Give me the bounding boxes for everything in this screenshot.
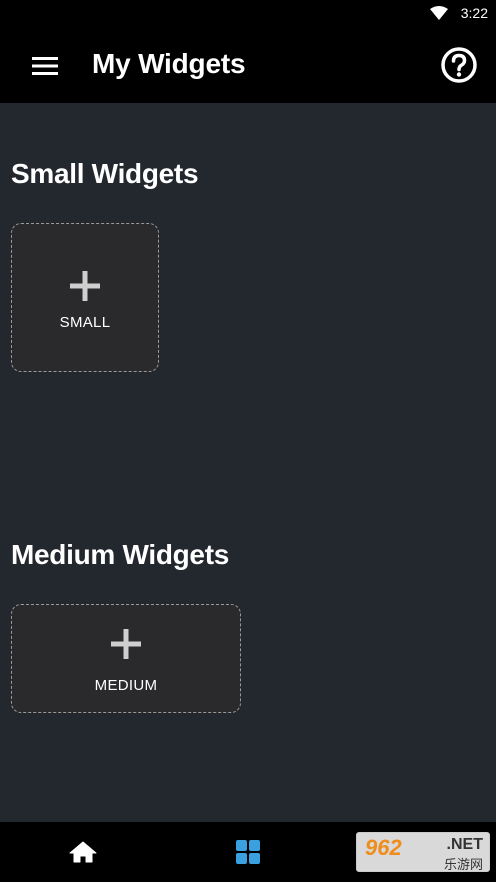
status-time: 3:22 (460, 5, 488, 21)
add-small-widget-button[interactable]: SMALL (11, 223, 159, 372)
small-widgets-heading: Small Widgets (11, 158, 199, 189)
plus-icon (111, 629, 141, 659)
wifi-icon (430, 6, 448, 20)
home-icon (69, 841, 97, 863)
status-bar: 3:22 (0, 0, 496, 28)
medium-widgets-heading: Medium Widgets (11, 539, 229, 570)
app-bar: My Widgets (0, 28, 496, 103)
nav-home[interactable] (33, 822, 133, 882)
plus-icon (70, 271, 100, 301)
help-circle-icon[interactable] (440, 46, 478, 84)
add-medium-widget-button[interactable]: MEDIUM (11, 604, 241, 713)
watermark-net: .NET (446, 836, 483, 853)
page-title: My Widgets (92, 48, 246, 79)
bottom-navigation: 962 .NET 乐游网 (0, 822, 496, 882)
hamburger-menu-icon[interactable] (30, 53, 60, 79)
nav-widgets[interactable] (198, 822, 298, 882)
watermark-main: 962 (365, 835, 402, 860)
grid-icon (236, 840, 260, 864)
small-tile-label: SMALL (59, 314, 111, 331)
watermark-logo: 962 .NET 乐游网 (356, 832, 490, 872)
medium-tile-label: MEDIUM (94, 677, 158, 694)
watermark-sub: 乐游网 (443, 857, 483, 872)
